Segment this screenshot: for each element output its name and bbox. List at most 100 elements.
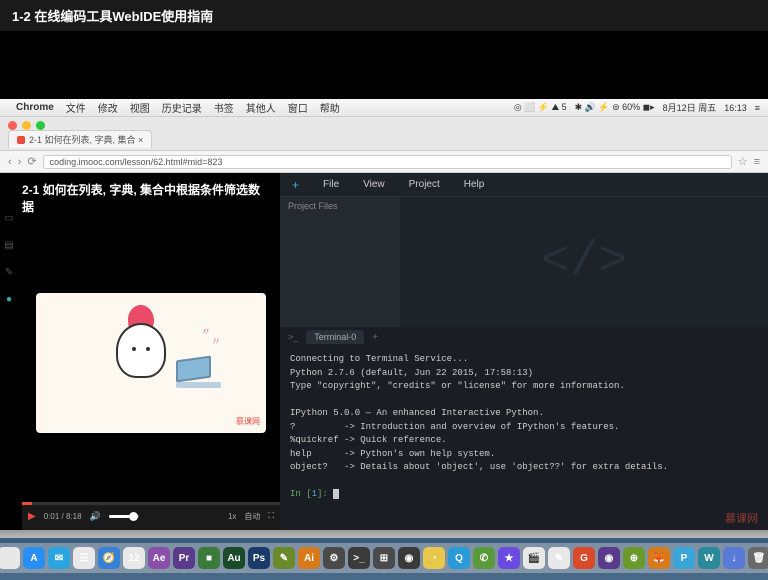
terminal-tab[interactable]: Terminal-0 — [306, 330, 364, 344]
dock-app-icon[interactable]: G — [573, 547, 595, 569]
dock-app-icon[interactable]: Q — [448, 547, 470, 569]
left-toolbar: ▭ ▤ ✎ ● — [0, 203, 18, 305]
menu-extra[interactable]: ≡ — [755, 103, 760, 113]
content-area: ▭ ▤ ✎ ● 2-1 如何在列表, 字典, 集合中根据条件筛选数据 — [0, 173, 768, 530]
dock-app-icon[interactable]: ⊕ — [623, 547, 645, 569]
dock-app-icon[interactable]: >_ — [348, 547, 370, 569]
add-terminal-button[interactable]: + — [372, 332, 378, 343]
video-title: 2-1 如何在列表, 字典, 集合中根据条件筛选数据 — [0, 173, 280, 223]
ide-menu-project[interactable]: Project — [409, 179, 440, 190]
page-watermark: 慕课网 — [725, 510, 758, 526]
code-editor[interactable]: </> — [400, 197, 768, 327]
progress-bar[interactable] — [22, 502, 280, 505]
address-bar: ‹ › ⟳ coding.imooc.com/lesson/62.html#mi… — [0, 151, 768, 173]
dock-app-icon[interactable]: ✆ — [473, 547, 495, 569]
status-icons[interactable]: ✱ 🔊 ⚡ ⊜ 60% ◼▸ — [575, 102, 655, 113]
menu-help[interactable]: 帮助 — [320, 100, 340, 115]
menu-people[interactable]: 其他人 — [246, 100, 276, 115]
fullscreen-button[interactable]: ⛶ — [268, 511, 274, 521]
dock-app-icon[interactable]: Au — [223, 547, 245, 569]
black-spacer — [0, 31, 768, 99]
ghost-character — [116, 323, 176, 393]
maximize-button[interactable] — [36, 121, 45, 130]
dock-app-icon[interactable]: ★ — [498, 547, 520, 569]
dock-app-icon[interactable]: P — [673, 547, 695, 569]
forward-button[interactable]: › — [18, 156, 22, 168]
dock-app-icon[interactable]: ◉ — [598, 547, 620, 569]
ide-menubar: + File View Project Help — [280, 173, 768, 197]
menu-icon[interactable]: ≡ — [754, 156, 760, 168]
favicon-icon — [17, 136, 25, 144]
close-button[interactable] — [8, 121, 17, 130]
volume-icon[interactable]: 🔊 — [90, 511, 101, 522]
dock-app-icon[interactable]: ✎ — [273, 547, 295, 569]
menu-window[interactable]: 窗口 — [288, 100, 308, 115]
time-display: 0:01 / 8:18 — [44, 512, 82, 521]
dock-app-icon[interactable]: 12 — [123, 547, 145, 569]
dock-app-icon[interactable]: Ps — [248, 547, 270, 569]
menu-bookmarks[interactable]: 书签 — [214, 100, 234, 115]
dock-app-icon[interactable]: ☰ — [73, 547, 95, 569]
speed-control[interactable]: 1x — [228, 512, 236, 521]
reload-button[interactable]: ⟳ — [27, 155, 36, 168]
dock-app-icon[interactable]: Ae — [148, 547, 170, 569]
menubar-icons[interactable]: ◎ ⬜ ⚡ ⛰ 5 — [514, 102, 567, 113]
url-input[interactable]: coding.imooc.com/lesson/62.html#mid=823 — [43, 155, 732, 169]
tool-icon[interactable]: ✎ — [5, 267, 13, 278]
dock-app-icon[interactable]: ✎ — [548, 547, 570, 569]
dock-app-icon[interactable]: 🎬 — [523, 547, 545, 569]
video-frame[interactable]: 〃〃 慕课网 — [22, 223, 280, 502]
terminal-panel: >_ Terminal-0 + Connecting to Terminal S… — [280, 327, 768, 530]
dock-app-icon[interactable]: 🗑 — [748, 547, 768, 569]
minimize-button[interactable] — [22, 121, 31, 130]
menu-time[interactable]: 16:13 — [724, 103, 747, 113]
menu-view[interactable]: 视图 — [130, 100, 150, 115]
dock-app-icon[interactable]: W — [698, 547, 720, 569]
dock-app-icon[interactable]: 🦊 — [648, 547, 670, 569]
volume-slider[interactable] — [109, 515, 139, 518]
dock-app-icon[interactable]: ⚙ — [323, 547, 345, 569]
video-panel: ▭ ▤ ✎ ● 2-1 如何在列表, 字典, 集合中根据条件筛选数据 — [0, 173, 280, 530]
project-panel[interactable]: Project Files — [280, 197, 400, 327]
tool-icon[interactable]: ▤ — [4, 240, 13, 251]
dock-app-icon[interactable]: Pr — [173, 547, 195, 569]
code-placeholder-icon: </> — [541, 235, 627, 289]
terminal-output[interactable]: Connecting to Terminal Service...Python … — [280, 347, 768, 530]
app-name[interactable]: Chrome — [16, 102, 54, 113]
dock-app-icon[interactable]: ✉ — [48, 547, 70, 569]
dock-app-icon[interactable]: ◔ — [423, 547, 445, 569]
laptop-graphic — [176, 358, 226, 393]
video-controls: ▶ 0:01 / 8:18 🔊 1x 自动 ⛶ — [22, 502, 280, 530]
ide-menu-file[interactable]: File — [323, 179, 339, 190]
dock-app-icon[interactable]: ◉ — [398, 547, 420, 569]
page-title: 1-2 在线编码工具WebIDE使用指南 — [0, 0, 768, 31]
dock-app-icon[interactable]: ■ — [198, 547, 220, 569]
dock: A✉☰🧭12AePr■AuPs✎Ai⚙>_⊞◉◔Q✆★🎬✎G◉⊕🦊PW↓🗑 — [0, 543, 768, 573]
ide-menu-view[interactable]: View — [363, 179, 385, 190]
dock-app-icon[interactable]: ⊞ — [373, 547, 395, 569]
ide-menu-help[interactable]: Help — [464, 179, 485, 190]
back-button[interactable]: ‹ — [8, 156, 12, 168]
menu-file[interactable]: 文件 — [66, 100, 86, 115]
dock-app-icon[interactable]: ↓ — [723, 547, 745, 569]
tab-title: 2-1 如何在列表, 字典, 集合 × — [29, 133, 143, 146]
menu-date[interactable]: 8月12日 周五 — [663, 101, 717, 114]
browser-chrome: 2-1 如何在列表, 字典, 集合 × — [0, 117, 768, 151]
play-button[interactable]: ▶ — [28, 511, 36, 522]
menu-edit[interactable]: 修改 — [98, 100, 118, 115]
dock-app-icon[interactable]: A — [23, 547, 45, 569]
tool-icon[interactable]: ▭ — [4, 213, 13, 224]
loop-control[interactable]: 自动 — [244, 511, 260, 522]
browser-tab[interactable]: 2-1 如何在列表, 字典, 集合 × — [8, 130, 152, 148]
dock-app-icon[interactable] — [0, 547, 20, 569]
video-watermark: 慕课网 — [236, 416, 260, 427]
video-player[interactable]: 〃〃 慕课网 ▶ 0:01 / 8:18 🔊 1x 自动 ⛶ — [22, 223, 280, 530]
video-content: 〃〃 慕课网 — [36, 293, 266, 433]
avatar-icon[interactable]: ● — [6, 294, 12, 305]
plus-icon[interactable]: + — [292, 178, 299, 192]
dock-app-icon[interactable]: 🧭 — [98, 547, 120, 569]
mac-menubar: Chrome 文件 修改 视图 历史记录 书签 其他人 窗口 帮助 ◎ ⬜ ⚡ … — [0, 99, 768, 117]
menu-history[interactable]: 历史记录 — [162, 100, 202, 115]
dock-app-icon[interactable]: Ai — [298, 547, 320, 569]
bookmark-icon[interactable]: ☆ — [738, 155, 748, 168]
